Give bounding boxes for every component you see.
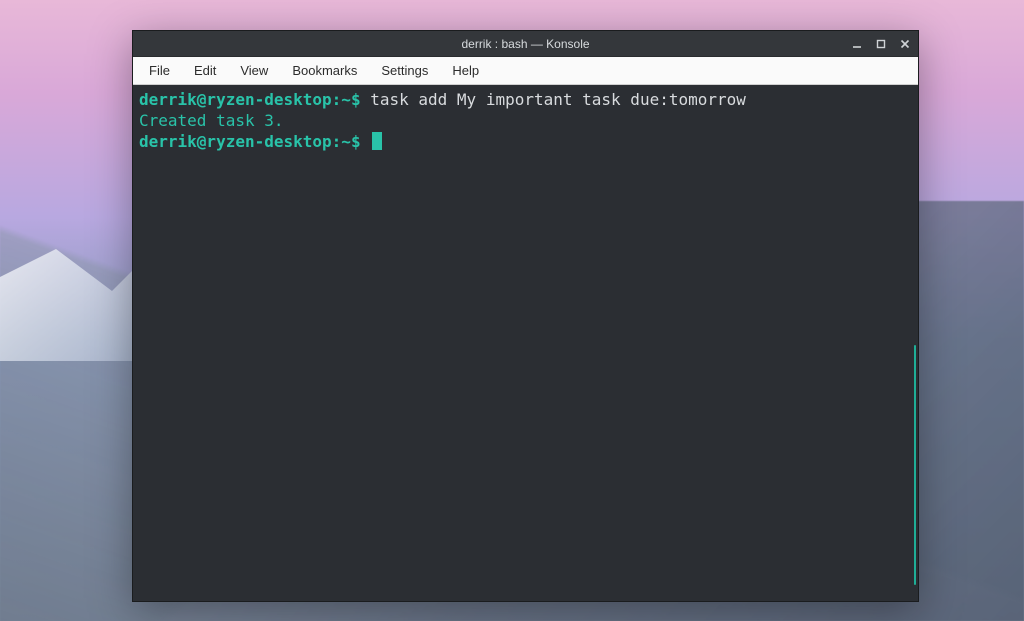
window-titlebar[interactable]: derrik : bash — Konsole	[133, 31, 918, 57]
menu-help[interactable]: Help	[442, 59, 489, 82]
window-controls	[850, 31, 912, 56]
prompt-separator: :	[332, 132, 342, 151]
terminal-viewport[interactable]: derrik@ryzen-desktop:~$ task add My impo…	[133, 85, 918, 601]
maximize-button[interactable]	[874, 37, 888, 51]
konsole-window: derrik : bash — Konsole File Edit View B…	[132, 30, 919, 602]
prompt-path: ~	[341, 90, 351, 109]
cursor-icon	[372, 132, 382, 150]
prompt-symbol: $	[351, 132, 361, 151]
close-button[interactable]	[898, 37, 912, 51]
menu-settings[interactable]: Settings	[371, 59, 438, 82]
menu-edit[interactable]: Edit	[184, 59, 226, 82]
terminal-output-line: Created task 3.	[139, 110, 910, 131]
prompt-user-host: derrik@ryzen-desktop	[139, 132, 332, 151]
minimize-button[interactable]	[850, 37, 864, 51]
terminal-line: derrik@ryzen-desktop:~$	[139, 131, 910, 152]
menu-bookmarks[interactable]: Bookmarks	[282, 59, 367, 82]
menubar: File Edit View Bookmarks Settings Help	[133, 57, 918, 85]
terminal-line: derrik@ryzen-desktop:~$ task add My impo…	[139, 89, 910, 110]
scrollbar-indicator[interactable]	[914, 345, 916, 585]
menu-file[interactable]: File	[139, 59, 180, 82]
prompt-path: ~	[341, 132, 351, 151]
window-title: derrik : bash — Konsole	[461, 37, 589, 51]
command-text: task add My important task due:tomorrow	[370, 90, 746, 109]
prompt-separator: :	[332, 90, 342, 109]
menu-view[interactable]: View	[230, 59, 278, 82]
prompt-symbol: $	[351, 90, 361, 109]
prompt-user-host: derrik@ryzen-desktop	[139, 90, 332, 109]
